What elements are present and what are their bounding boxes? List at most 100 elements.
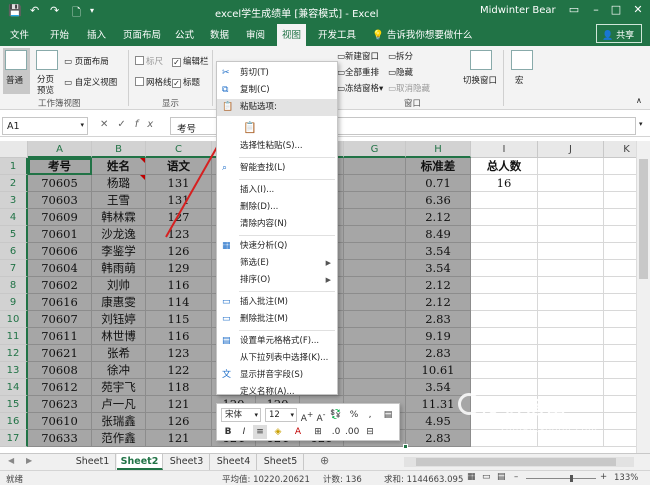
menu-item-20[interactable]: 从下拉列表中选择(K)... (217, 350, 337, 367)
prev-sheet-icon[interactable]: ◀ (8, 456, 14, 465)
menu-item-label: 插入批注(M) (240, 297, 288, 307)
menu-item-label: 粘贴选项: (240, 102, 277, 112)
menu-item-14[interactable]: 排序(O) ▶ (217, 272, 337, 289)
zoom-slider-thumb[interactable] (570, 475, 573, 482)
number-format-icon[interactable]: 💱 (329, 408, 343, 422)
font-size-value: 12 (269, 410, 280, 420)
page-layout-status-icon[interactable]: ▭ (482, 472, 491, 482)
menu-item-label: 显示拼音字段(S) (240, 370, 304, 380)
smart-lookup-icon: ⌕ (222, 163, 228, 173)
menu-separator (239, 330, 335, 331)
watermark-url: zhinan.sogou.com (500, 425, 598, 435)
menu-item-0[interactable]: ✂ 剪切(T) (217, 65, 337, 82)
menu-separator (239, 157, 335, 158)
sheet-tab-sheet2[interactable]: Sheet2 (117, 454, 163, 470)
font-name-box[interactable]: 宋体 ▾ (221, 408, 261, 422)
menu-item-16[interactable]: ▭ 插入批注(M) (217, 294, 337, 311)
menu-item-label: 筛选(E) (240, 258, 270, 268)
menu-item-3[interactable]: 📋 (217, 116, 337, 138)
submenu-arrow-icon: ▶ (325, 276, 331, 284)
zoom-level[interactable]: 133% (614, 473, 638, 483)
menu-item-13[interactable]: 筛选(E) ▶ (217, 255, 337, 272)
zoom-out-icon[interactable]: – (514, 472, 518, 482)
merge-center-icon[interactable]: ⊟ (363, 425, 377, 439)
context-menu: ✂ 剪切(T) ⧉ 复制(C) 📋 粘贴选项: 📋 选择性粘贴(S)... ⌕ 智能查找(L) 插入… (216, 61, 338, 414)
delete-comment-icon: ▭ (222, 314, 231, 324)
menu-item-1[interactable]: ⧉ 复制(C) (217, 82, 337, 99)
font-dropdown-icon: ▾ (254, 411, 258, 419)
comma-style-icon[interactable]: , (363, 408, 377, 422)
increase-decimal-icon[interactable]: .0 (329, 425, 343, 439)
submenu-arrow-icon: ▶ (325, 259, 331, 267)
menu-item-label: 设置单元格格式(F)... (240, 336, 320, 346)
bold-icon[interactable]: B (221, 425, 235, 439)
menu-item-21[interactable]: 文显示拼音字段(S) (217, 367, 337, 384)
status-sum: 求和: 1144663.095 (384, 475, 464, 485)
menu-item-9[interactable]: 删除(D)... (217, 199, 337, 216)
menu-item-label: 清除内容(N) (240, 219, 287, 229)
fill-color-icon[interactable]: ◈ (271, 425, 285, 439)
mini-toolbar: 宋体 ▾ 12 ▾ A+ A- 💱 % , ▤ B I ≡ ◈ A ⊞ .0 .00… (216, 403, 400, 441)
menu-item-label: 插入(I)... (240, 185, 275, 195)
decrease-font-icon[interactable]: A- (314, 408, 328, 424)
menu-item-6[interactable]: ⌕ 智能查找(L) (217, 160, 337, 177)
sheet-tab-bar: ◀ ▶ Sheet1 Sheet2 Sheet3 Sheet4 Sheet5 ⊕ (0, 453, 650, 470)
sogou-logo (458, 393, 480, 415)
menu-item-12[interactable]: ▦ 快速分析(Q) (217, 238, 337, 255)
size-dropdown-icon: ▾ (290, 411, 294, 419)
horizontal-scrollbar[interactable] (404, 457, 634, 467)
font-name-value: 宋体 (225, 410, 243, 420)
zoom-in-icon[interactable]: + (600, 472, 607, 482)
menu-item-label: 删除批注(M) (240, 314, 288, 324)
sheet-tab-sheet3[interactable]: Sheet3 (164, 454, 210, 470)
menu-item-label: 选择性粘贴(S)... (240, 141, 303, 151)
paste-option-icon: 📋 (243, 121, 257, 134)
status-average: 平均值: 10220.20621 (222, 475, 310, 485)
menu-item-label: 删除(D)... (240, 202, 279, 212)
quick-analysis-icon: ▦ (222, 241, 231, 251)
insert-comment-icon: ▭ (222, 297, 231, 307)
align-center-icon[interactable]: ≡ (253, 425, 267, 439)
next-sheet-icon[interactable]: ▶ (26, 456, 32, 465)
percent-icon[interactable]: % (347, 408, 361, 422)
new-sheet-icon[interactable]: ⊕ (320, 454, 329, 467)
scissors-icon: ✂ (222, 68, 230, 78)
paste-icon: 📋 (222, 102, 234, 112)
menu-item-label: 定义名称(A)... (240, 387, 295, 397)
font-size-box[interactable]: 12 ▾ (265, 408, 297, 422)
sheet-tab-sheet5[interactable]: Sheet5 (258, 454, 304, 470)
menu-item-10[interactable]: 清除内容(N) (217, 216, 337, 233)
watermark-text: 搜狗指南 (480, 395, 568, 419)
format-painter-icon[interactable]: ▤ (381, 408, 395, 422)
menu-item-label: 排序(O) (240, 275, 271, 285)
menu-item-label: 从下拉列表中选择(K)... (240, 353, 329, 363)
page-break-status-icon[interactable]: ▤ (497, 472, 506, 482)
menu-item-17[interactable]: ▭ 删除批注(M) (217, 311, 337, 328)
menu-item-22[interactable]: 定义名称(A)... (217, 384, 337, 401)
menu-item-8[interactable]: 插入(I)... (217, 182, 337, 199)
normal-view-status-icon[interactable]: ▦ (467, 472, 476, 482)
menu-item-label: 快速分析(Q) (240, 241, 288, 251)
italic-icon[interactable]: I (237, 425, 251, 439)
font-color-icon[interactable]: A (291, 425, 305, 439)
copy-icon: ⧉ (222, 85, 229, 95)
borders-icon[interactable]: ⊞ (311, 425, 325, 439)
menu-item-label: 智能查找(L) (240, 163, 286, 173)
increase-font-icon[interactable]: A+ (300, 408, 314, 424)
format-cells-icon: ▤ (222, 336, 231, 346)
zoom-slider[interactable] (526, 475, 596, 482)
sheet-tab-sheet1[interactable]: Sheet1 (70, 454, 116, 470)
menu-separator (239, 235, 335, 236)
decrease-decimal-icon[interactable]: .00 (345, 425, 359, 439)
menu-item-label: 剪切(T) (240, 68, 269, 78)
phonetic-icon: 文 (222, 370, 232, 380)
menu-item-4[interactable]: 选择性粘贴(S)... (217, 138, 337, 155)
menu-item-label: 复制(C) (240, 85, 270, 95)
menu-item-2[interactable]: 📋 粘贴选项: (217, 99, 337, 116)
menu-item-19[interactable]: ▤ 设置单元格格式(F)... (217, 333, 337, 350)
menu-separator (239, 291, 335, 292)
horizontal-scroll-thumb[interactable] (416, 458, 616, 466)
menu-separator (239, 179, 335, 180)
status-mode: 就绪 (6, 475, 24, 485)
sheet-tab-sheet4[interactable]: Sheet4 (211, 454, 257, 470)
